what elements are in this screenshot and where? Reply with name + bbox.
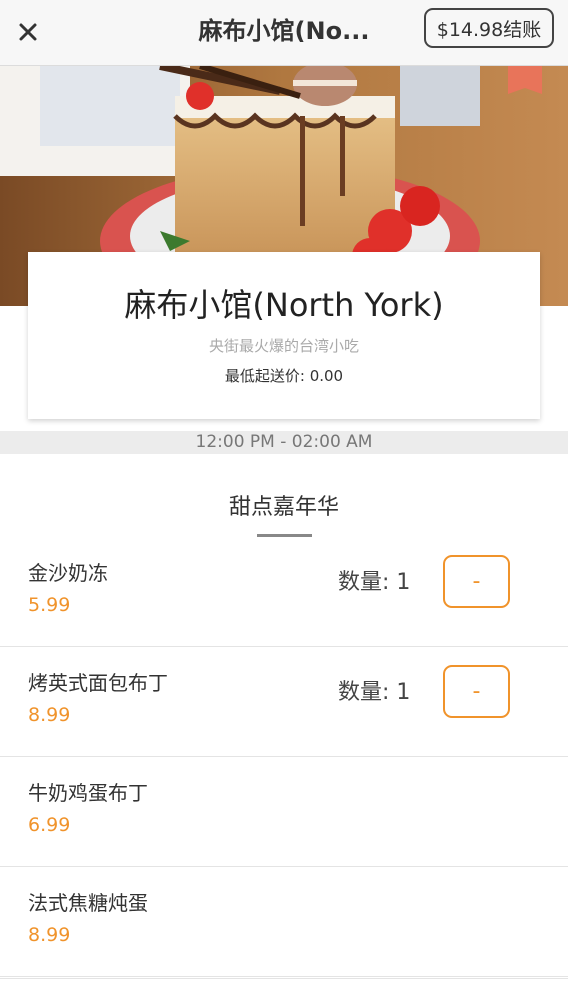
decrease-quantity-button[interactable]: - <box>443 555 510 608</box>
restaurant-info-card: 麻布小馆(North York) 央街最火爆的台湾小吃 最低起送价: 0.00 <box>28 252 540 419</box>
menu-item[interactable]: 法式焦糖炖蛋 8.99 <box>0 867 568 977</box>
restaurant-name: 麻布小馆(North York) <box>124 286 444 324</box>
minimum-order: 最低起送价: 0.00 <box>224 367 344 385</box>
item-quantity: 数量: 1 <box>338 680 411 705</box>
list-bottom-divider <box>0 978 568 987</box>
close-button[interactable] <box>10 12 46 52</box>
menu-item[interactable]: 金沙奶冻 5.99 数量: 1 - <box>0 537 568 647</box>
item-name: 金沙奶冻 <box>28 561 108 585</box>
item-name: 牛奶鸡蛋布丁 <box>28 781 148 805</box>
category-title: 甜点嘉年华 <box>228 495 339 520</box>
menu-item[interactable]: 烤英式面包布丁 8.99 数量: 1 - <box>0 647 568 757</box>
opening-hours: 12:00 PM - 02:00 AM <box>0 431 568 454</box>
item-name: 烤英式面包布丁 <box>28 671 168 695</box>
restaurant-tagline: 央街最火爆的台湾小吃 <box>208 337 359 355</box>
item-price: 8.99 <box>28 704 71 726</box>
item-price: 8.99 <box>28 924 71 946</box>
item-quantity: 数量: 1 <box>338 570 411 595</box>
top-bar: 麻布小馆(No... $14.98结账 <box>0 0 568 66</box>
item-name: 法式焦糖炖蛋 <box>28 891 148 915</box>
item-price: 5.99 <box>28 594 71 616</box>
close-icon <box>19 23 37 41</box>
decrease-quantity-button[interactable]: - <box>443 665 510 718</box>
menu-item[interactable]: 牛奶鸡蛋布丁 6.99 <box>0 757 568 867</box>
checkout-button[interactable]: $14.98结账 <box>424 8 554 48</box>
item-price: 6.99 <box>28 814 71 836</box>
page-title: 麻布小馆(No... <box>198 17 370 45</box>
